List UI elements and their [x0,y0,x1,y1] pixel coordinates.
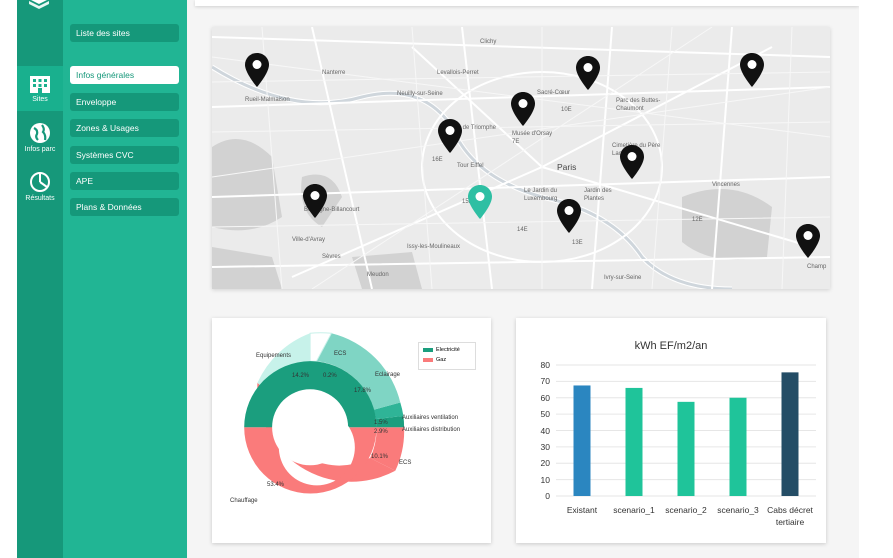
bar-scenario-2[interactable] [677,401,695,496]
bar-cabs-d-cret-tertiaire[interactable] [781,372,799,496]
pct-ecs-gaz: 10.1% [371,454,389,460]
map-marker-icon[interactable] [557,199,581,233]
building-icon [30,76,50,93]
pct-eclairage: 17.8% [354,388,372,394]
pct-aux-distribution: 2.9% [374,429,388,435]
map-label-13e: 13E [572,240,583,246]
map-label-16e: 16E [432,157,443,163]
app-logo-icon [29,0,49,9]
map-label-champ: Champ [807,264,827,270]
label-equipements: Equipements [256,353,292,359]
map-marker-icon[interactable] [438,119,462,153]
map-marker-icon[interactable] [245,53,269,87]
map-label-sevres: Sèvres [322,254,341,260]
map-label-issy: Issy-les-Moulineaux [407,244,461,250]
bar-scenario-1[interactable] [625,387,643,496]
rail-item-infos-parc[interactable]: Infos parc [17,122,63,162]
y-tick-label: 20 [540,458,550,469]
subnav-item-systemes-cvc[interactable]: Systèmes CVC [70,146,179,164]
map-label-nanterre: Nanterre [322,70,346,76]
label-ecs-top: ECS [334,351,347,357]
x-tick-label: scenario_3 [717,505,759,515]
label-chauffage: Chauffage [230,498,258,504]
label-aux-ventilation: Auxiliaires ventilation [402,415,459,421]
label-aux-distribution: Auxiliaires distribution [402,427,461,433]
chart-legend: Electricité Gaz [418,342,476,370]
pct-ecs-elec: 0.2% [323,373,337,379]
map-label-ivry: Ivry-sur-Seine [604,275,642,281]
label-eclairage: Eclairage [375,372,401,378]
x-tick-label: Cabs décret tertiaire [767,505,813,527]
top-bar [195,0,859,6]
subnav-item-liste-des-sites[interactable]: Liste des sites [70,24,179,42]
y-tick-label: 40 [540,425,550,436]
map-marker-icon[interactable] [511,92,535,126]
x-tick-label: scenario_2 [665,505,707,515]
pct-equipements: 14.2% [292,373,310,379]
map-label-neuilly: Neuilly-sur-Seine [397,91,443,97]
pie-chart-icon [30,172,50,192]
right-margin [859,0,893,558]
map-label-villedavray: Ville-d'Avray [292,237,325,243]
y-tick-label: 60 [540,392,550,403]
subnav-item-infos-generales[interactable]: Infos générales [70,66,179,84]
pct-chauffage: 53.4% [267,482,285,488]
map-label-vincennes: Vincennes [712,182,740,188]
map-marker-icon[interactable] [620,145,644,179]
sub-navigation: Liste des sites Infos générales Envelopp… [63,0,187,558]
map-label-eiffel: Tour Eiffel [457,163,484,169]
map-marker-icon[interactable] [576,56,600,90]
energy-breakdown-card: Electricité Gaz Equipements ECS Eclairag… [212,318,491,543]
map-label-orsay: Musée d'Orsay [512,131,553,137]
map-label-buttes: Parc des Buttes-Chaumont [616,98,661,112]
map-marker-icon[interactable] [303,184,327,218]
globe-icon [30,123,50,143]
subnav-item-zones-usages[interactable]: Zones & Usages [70,119,179,137]
y-tick-label: 0 [545,491,550,501]
map-label-plantes: Jardin des Plantes [584,188,612,202]
map-marker-icon[interactable] [796,224,820,258]
pct-aux-ventilation: 1.5% [374,420,388,426]
label-ecs-right: ECS [399,460,412,466]
main-content: Clichy Nanterre Levallois-Perret Neuilly… [187,0,859,558]
map-label-12e: 12E [692,217,703,223]
y-tick-label: 80 [540,360,550,370]
rail-item-sites[interactable]: Sites [17,66,63,111]
rail-item-label: Sites [32,96,48,103]
map-label-meudon: Meudon [367,272,389,278]
x-tick-label: Existant [566,505,598,515]
map-marker-icon[interactable] [740,53,764,87]
icon-rail: Sites Infos parc Résultats [17,0,63,558]
rail-item-resultats[interactable]: Résultats [17,171,63,211]
map-label-clichy: Clichy [480,39,497,45]
legend-item-gaz: Gaz [423,356,446,364]
rail-item-label: Résultats [25,195,55,202]
subnav-item-enveloppe[interactable]: Enveloppe [70,93,179,111]
map-label-rueil: Rueil-Malmaison [245,97,290,103]
y-tick-label: 30 [540,441,550,452]
map-marker-selected-icon[interactable] [468,185,492,219]
map-background [212,27,830,289]
map-label-sacre: Sacré-Cœur [537,90,571,96]
map-label-10e: 10E [561,107,572,113]
site-map[interactable]: Clichy Nanterre Levallois-Perret Neuilly… [212,27,830,289]
map-label-7e: 7E [512,139,520,145]
y-tick-label: 70 [540,376,550,387]
map-label-14e: 14E [517,227,528,233]
bar-existant[interactable] [573,385,591,496]
y-tick-label: 10 [540,474,550,485]
x-tick-label: scenario_1 [613,505,655,515]
map-label-levallois: Levallois-Perret [437,70,479,76]
bar-scenario-3[interactable] [729,397,747,496]
rail-item-label: Infos parc [24,146,56,153]
map-label-paris: Paris [557,162,577,172]
y-tick-label: 50 [540,409,550,420]
subnav-item-ape[interactable]: APE [70,172,179,190]
consumption-bar-chart-card: kWh EF/m2/an 0 10 20 30 40 50 60 70 80 Existant s… [516,318,826,543]
legend-item-electricite: Electricité [423,346,460,354]
subnav-item-plans-donnees[interactable]: Plans & Données [70,198,179,216]
